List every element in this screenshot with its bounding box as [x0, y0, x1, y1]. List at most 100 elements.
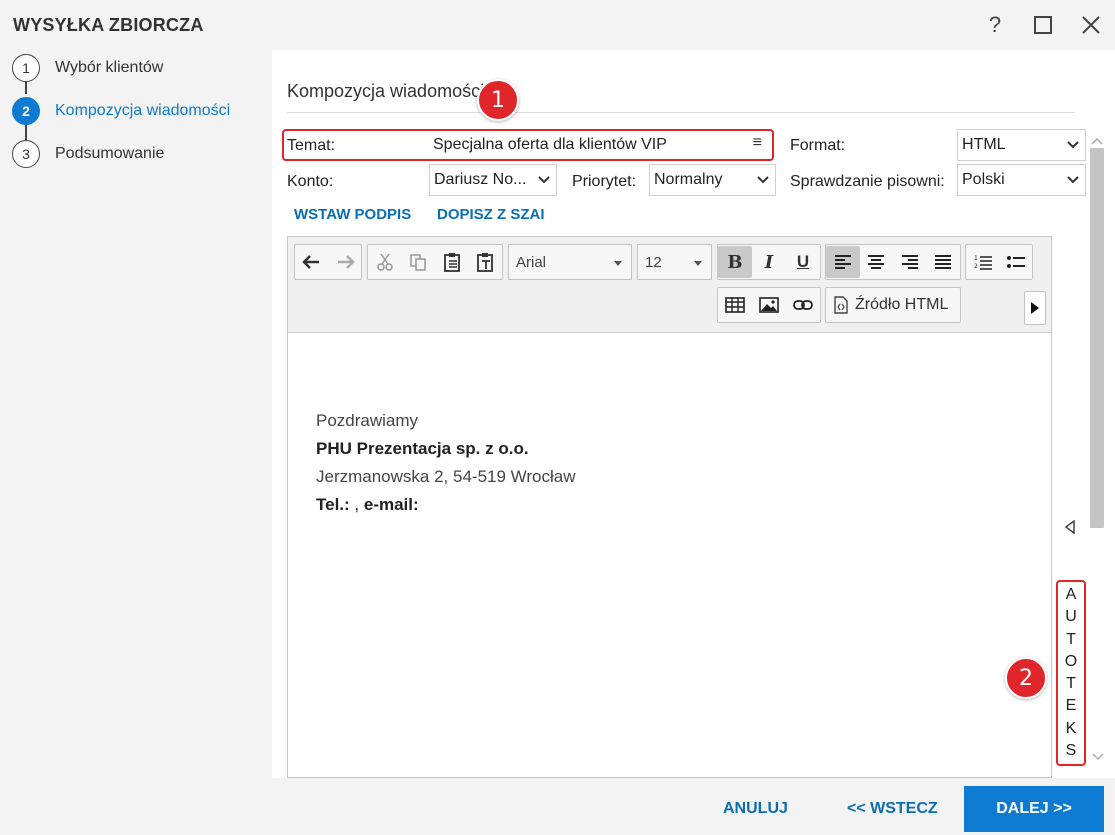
format-value: HTML: [962, 136, 1006, 153]
table-icon: [725, 297, 745, 313]
align-justify-button[interactable]: [927, 246, 961, 278]
copy-button[interactable]: [402, 246, 436, 278]
priorytet-select[interactable]: Normalny: [649, 164, 776, 196]
paste-button[interactable]: [435, 246, 469, 278]
konto-select[interactable]: Dariusz No...: [429, 164, 557, 196]
step-label: Podsumowanie: [55, 145, 165, 162]
konto-label: Konto:: [287, 173, 334, 190]
insert-link-button[interactable]: [786, 289, 820, 321]
priorytet-value: Normalny: [654, 171, 723, 188]
more-tools-button[interactable]: [1024, 291, 1046, 325]
scrollbar-thumb[interactable]: [1090, 148, 1104, 528]
editor-content[interactable]: Pozdrawiamy PHU Prezentacja sp. z o.o. J…: [316, 407, 576, 519]
divider: [287, 112, 1075, 113]
sprawdzanie-label: Sprawdzanie pisowni:: [790, 173, 945, 190]
format-select[interactable]: HTML: [957, 129, 1086, 161]
contact-separator: ,: [349, 495, 364, 514]
insert-image-button[interactable]: [752, 289, 786, 321]
bold-button[interactable]: B: [718, 246, 752, 278]
italic-button[interactable]: I: [752, 246, 786, 278]
caret-down-icon: [694, 261, 702, 266]
redo-icon: [337, 255, 355, 269]
step-wybor-klientow[interactable]: 1 Wybór klientów: [12, 53, 163, 83]
cancel-button[interactable]: ANULUJ: [723, 800, 788, 818]
dopisz-button[interactable]: DOPISZ Z SZAI: [437, 206, 554, 223]
maximize-icon: [1034, 16, 1052, 34]
copy-icon: [410, 254, 426, 271]
bullet-list-button[interactable]: [999, 246, 1032, 278]
paste-text-icon: [477, 253, 494, 272]
align-left-button[interactable]: [826, 246, 860, 278]
help-button[interactable]: ?: [978, 8, 1012, 42]
collapse-panel-button[interactable]: [1064, 519, 1076, 539]
align-center-icon: [868, 255, 885, 269]
annotation-badge-2: 2: [1005, 657, 1047, 699]
back-button[interactable]: << WSTECZ: [847, 800, 938, 818]
undo-redo-group: [294, 244, 362, 280]
undo-icon: [301, 255, 319, 269]
html-editor: Arial 12 B I U 12 Źródło HTML Pozdrawiam…: [287, 236, 1052, 778]
greeting-text: Pozdrawiamy: [316, 411, 419, 430]
tel-label: Tel.:: [316, 495, 350, 514]
bullet-list-icon: [1006, 256, 1025, 268]
caret-down-icon: [614, 261, 622, 266]
contact-line: Tel.: , e-mail:: [316, 491, 576, 519]
editor-toolbar: Arial 12 B I U 12 Źródło HTML: [288, 237, 1051, 333]
align-left-icon: [834, 255, 851, 269]
autotekst-letter: T: [1066, 675, 1076, 693]
temat-input[interactable]: Specjalna oferta dla klientów VIP ≡: [429, 129, 774, 161]
font-size-select[interactable]: 12: [637, 244, 712, 280]
cut-button[interactable]: [368, 246, 402, 278]
close-button[interactable]: [1074, 8, 1108, 42]
step-number: 1: [12, 54, 40, 82]
next-button[interactable]: DALEJ >>: [964, 786, 1104, 832]
alignment-group: [825, 244, 961, 280]
source-html-label: Źródło HTML: [855, 296, 949, 313]
paste-icon: [443, 253, 460, 272]
insert-table-button[interactable]: [718, 289, 752, 321]
svg-text:1: 1: [974, 255, 978, 262]
source-code-icon: [834, 296, 848, 314]
align-right-button[interactable]: [893, 246, 927, 278]
triangle-left-icon: [1064, 519, 1075, 535]
font-size-value: 12: [645, 253, 662, 271]
chevron-up-icon: [1091, 137, 1103, 145]
format-label: Format:: [790, 137, 846, 154]
align-center-button[interactable]: [860, 246, 894, 278]
scroll-down-button[interactable]: [1092, 748, 1104, 766]
autotekst-letter: K: [1065, 719, 1077, 737]
menu-icon[interactable]: ≡: [753, 134, 762, 152]
underline-icon: U: [796, 252, 810, 271]
step-number: 2: [12, 97, 40, 125]
step-kompozycja[interactable]: 2 Kompozycja wiadomości: [12, 96, 230, 126]
svg-text:2: 2: [974, 263, 978, 270]
window-title: WYSYŁKA ZBIORCZA: [13, 15, 204, 35]
source-html-button[interactable]: Źródło HTML: [825, 287, 961, 323]
autotekst-letter: A: [1065, 586, 1077, 604]
underline-button[interactable]: U: [786, 246, 820, 278]
chevron-down-icon: [1067, 176, 1079, 184]
close-icon: [1082, 16, 1100, 34]
autotekst-letter: O: [1064, 652, 1078, 670]
main-panel: Kompozycja wiadomości Temat: Specjalna o…: [272, 50, 1115, 778]
insert-group: [717, 287, 821, 323]
bold-icon: B: [727, 251, 743, 273]
temat-label: Temat:: [287, 137, 336, 154]
font-family-value: Arial: [516, 253, 547, 271]
help-icon: ?: [988, 12, 1002, 37]
align-justify-icon: [935, 255, 952, 269]
font-family-select[interactable]: Arial: [508, 244, 632, 280]
undo-button[interactable]: [295, 246, 328, 278]
step-number: 3: [12, 140, 40, 168]
maximize-button[interactable]: [1026, 8, 1060, 42]
wstaw-podpis-button[interactable]: WSTAW PODPIS: [294, 206, 411, 223]
redo-button[interactable]: [328, 246, 361, 278]
step-podsumowanie[interactable]: 3 Podsumowanie: [12, 139, 164, 169]
paste-text-button[interactable]: [469, 246, 503, 278]
italic-icon: I: [764, 251, 774, 273]
sprawdzanie-select[interactable]: Polski: [957, 164, 1086, 196]
numbered-list-button[interactable]: 12: [966, 246, 999, 278]
autotekst-tab[interactable]: A U T O T E K S: [1056, 580, 1086, 766]
chevron-down-icon: [1067, 141, 1079, 149]
align-right-icon: [901, 255, 918, 269]
